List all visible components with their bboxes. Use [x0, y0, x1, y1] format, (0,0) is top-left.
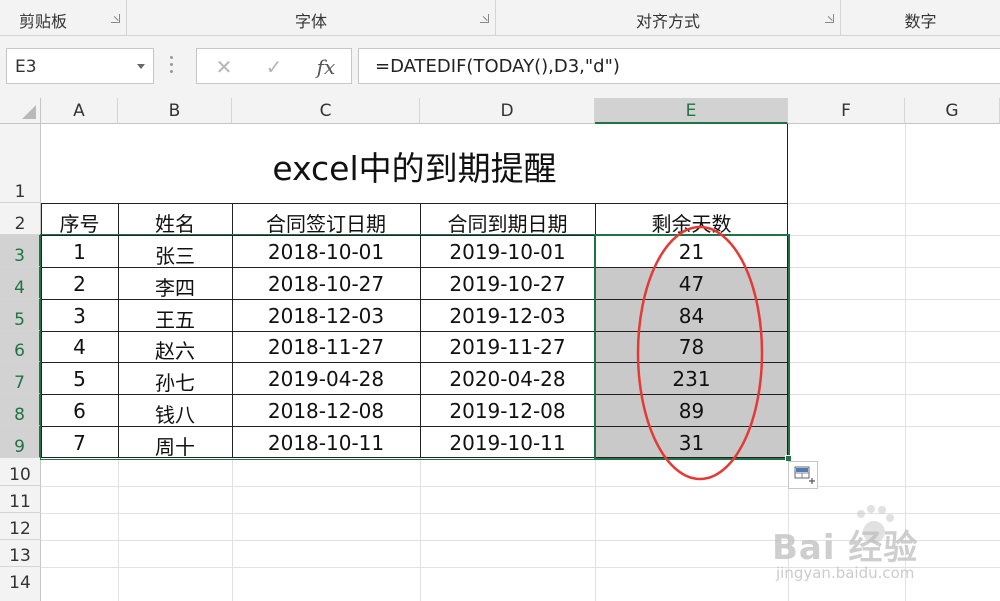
gridline	[118, 458, 119, 601]
gridline	[788, 426, 1000, 427]
ribbon-group-label: 对齐方式	[635, 12, 700, 31]
formula-bar: E3 ✕ ✓ fx =DATEDIF(TODAY(),D3,"d")	[0, 36, 1000, 98]
ribbon-group-font[interactable]: 字体	[127, 0, 496, 36]
row-header-5[interactable]: 5	[0, 299, 41, 331]
dialog-launcher-icon[interactable]	[480, 14, 489, 23]
row-header-4[interactable]: 4	[0, 267, 41, 299]
gridline	[788, 299, 1000, 300]
column-header-g[interactable]: G	[905, 98, 1000, 124]
chevron-down-icon[interactable]	[137, 64, 145, 69]
ribbon-group-clipboard[interactable]: 剪贴板	[0, 0, 127, 36]
insert-function-icon[interactable]: fx	[313, 55, 339, 79]
watermark-brand: Bai 经验	[772, 528, 919, 568]
cancel-icon[interactable]: ✕	[211, 55, 237, 79]
quick-analysis-icon[interactable]	[788, 461, 818, 489]
row-number: 1	[14, 182, 26, 202]
name-box-value: E3	[15, 57, 37, 77]
column-header-f[interactable]: F	[788, 98, 905, 124]
gridline	[41, 486, 1000, 487]
column-header-e[interactable]: E	[595, 98, 788, 124]
row-number: 8	[14, 405, 25, 425]
gridline	[232, 458, 233, 601]
gridline	[788, 331, 1000, 332]
baidu-watermark: Bai 经验 jingyan.baidu.com	[768, 492, 1000, 601]
row-number: 10	[9, 465, 31, 485]
column-header-a[interactable]: A	[41, 98, 118, 124]
row-header-13[interactable]: 13	[0, 540, 41, 567]
formula-text: =DATEDIF(TODAY(),D3,"d")	[375, 56, 620, 77]
row-number: 13	[9, 546, 31, 566]
ribbon-group-label: 字体	[294, 12, 327, 31]
header-cell-expiry-date[interactable]: 合同到期日期	[420, 208, 595, 237]
row-number: 4	[14, 278, 25, 298]
row-number: 5	[14, 310, 25, 330]
row-header-6[interactable]: 6	[0, 331, 41, 362]
row-number: 12	[9, 519, 31, 539]
enter-icon[interactable]: ✓	[261, 55, 287, 79]
ribbon-group-alignment[interactable]: 对齐方式	[496, 0, 841, 36]
ribbon-group-label: 数字	[904, 12, 937, 31]
name-box[interactable]: E3	[6, 48, 154, 84]
row-number: 7	[14, 373, 25, 393]
gridline	[788, 362, 1000, 363]
row-header-2[interactable]: 2	[0, 203, 41, 235]
row-header-9[interactable]: 9	[0, 426, 41, 458]
gridline	[788, 267, 1000, 268]
row-header-14[interactable]: 14	[0, 567, 41, 601]
row-number: 6	[14, 341, 25, 361]
select-all-button[interactable]	[0, 98, 41, 124]
dialog-launcher-icon[interactable]	[111, 14, 120, 23]
ribbon-group-number[interactable]: 数字	[841, 0, 1000, 36]
header-cell-index[interactable]: 序号	[41, 208, 118, 237]
column-header-b[interactable]: B	[118, 98, 232, 124]
row-header-10[interactable]: 10	[0, 458, 41, 486]
formula-buttons: ✕ ✓ fx	[196, 48, 352, 84]
gridline	[788, 235, 1000, 236]
gridline	[420, 458, 421, 601]
gridline	[788, 203, 1000, 204]
row-header-1[interactable]: 1	[0, 124, 41, 203]
header-cell-sign-date[interactable]: 合同签订日期	[232, 208, 420, 237]
formula-input[interactable]: =DATEDIF(TODAY(),D3,"d")	[358, 48, 1000, 84]
row-number: 9	[14, 437, 25, 457]
ribbon-group-label: 剪贴板	[18, 12, 67, 31]
red-ellipse-annotation	[636, 225, 764, 481]
drag-handle-icon[interactable]	[170, 56, 174, 76]
gridline	[595, 458, 596, 601]
header-cell-name[interactable]: 姓名	[118, 208, 232, 237]
column-header-d[interactable]: D	[420, 98, 595, 124]
row-header-3[interactable]: 3	[0, 235, 41, 267]
row-number: 11	[9, 492, 31, 512]
gridline	[788, 394, 1000, 395]
row-header-7[interactable]: 7	[0, 362, 41, 394]
row-number: 3	[14, 246, 25, 266]
row-header-11[interactable]: 11	[0, 486, 41, 513]
sheet-title[interactable]: excel中的到期提醒	[41, 142, 788, 190]
row-header-12[interactable]: 12	[0, 513, 41, 540]
row-number: 2	[14, 214, 26, 234]
column-header-c[interactable]: C	[232, 98, 420, 124]
row-number: 14	[9, 573, 31, 593]
ribbon: 剪贴板 字体 对齐方式 数字	[0, 0, 1000, 36]
row-header-8[interactable]: 8	[0, 394, 41, 426]
dialog-launcher-icon[interactable]	[825, 14, 834, 23]
watermark-url: jingyan.baidu.com	[776, 564, 915, 582]
table-border	[41, 203, 788, 204]
